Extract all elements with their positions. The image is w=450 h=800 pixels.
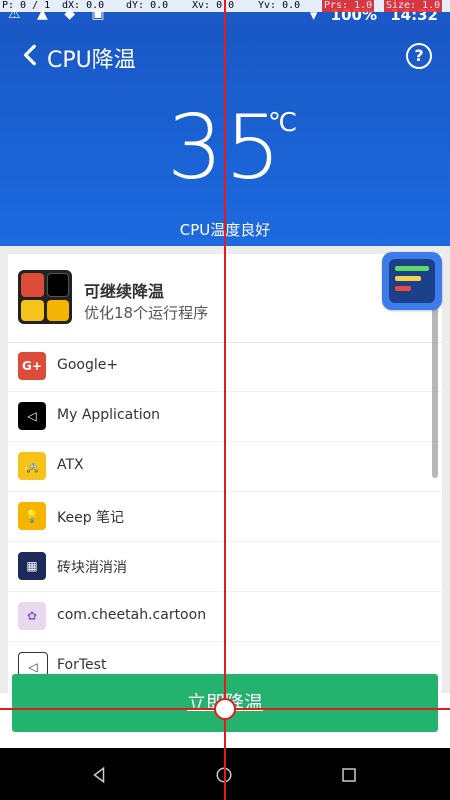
anime-icon: ✿ — [18, 602, 46, 630]
pointer-crosshair-vertical — [224, 0, 226, 800]
temperature-unit: ℃ — [268, 108, 298, 138]
pointer-pressure: Prs: 1.0 — [322, 0, 375, 12]
bulb-icon: 💡 — [18, 502, 46, 530]
help-icon[interactable]: ? — [406, 43, 432, 69]
google-plus-icon: G+ — [18, 352, 46, 380]
pointer-yv: Yv: 0.0 — [258, 0, 301, 11]
page-title: CPU降温 — [47, 48, 136, 73]
app-name: com.cheetah.cartoon — [57, 607, 207, 623]
chevron-left-icon — [23, 44, 36, 66]
back-button[interactable] — [18, 42, 44, 68]
pointer-dy: dY: 0.0 — [126, 0, 169, 11]
floating-widget-icon[interactable] — [382, 252, 442, 310]
app-name: Keep 笔记 — [57, 510, 125, 526]
taxi-icon: 🚕 — [18, 452, 46, 480]
pointer-xv: Xv: 0.0 — [192, 0, 235, 11]
nav-back-icon[interactable] — [90, 766, 108, 784]
unity-icon: ◁ — [18, 402, 46, 430]
summary-subtitle: 优化18个运行程序 — [84, 304, 209, 322]
app-name: 砖块消消消 — [57, 560, 127, 576]
nav-recents-icon[interactable] — [340, 766, 358, 784]
screen: P: 0 / 1 dX: 0.0 dY: 0.0 Xv: 0.0 Yv: 0.0… — [0, 0, 450, 800]
pointer-dx: dX: 0.0 — [62, 0, 105, 11]
app-name: ForTest — [57, 657, 107, 673]
summary-title: 可继续降温 — [84, 282, 165, 301]
apps-summary-icon — [18, 270, 72, 324]
pointer-count: P: 0 / 1 — [2, 0, 51, 11]
app-name: Google+ — [57, 357, 119, 373]
pointer-size: Size: 1.0 — [384, 0, 443, 12]
app-name: ATX — [57, 457, 84, 473]
touch-point-indicator — [214, 698, 236, 720]
app-name: My Application — [57, 407, 161, 423]
bricks-icon: ▦ — [18, 552, 46, 580]
